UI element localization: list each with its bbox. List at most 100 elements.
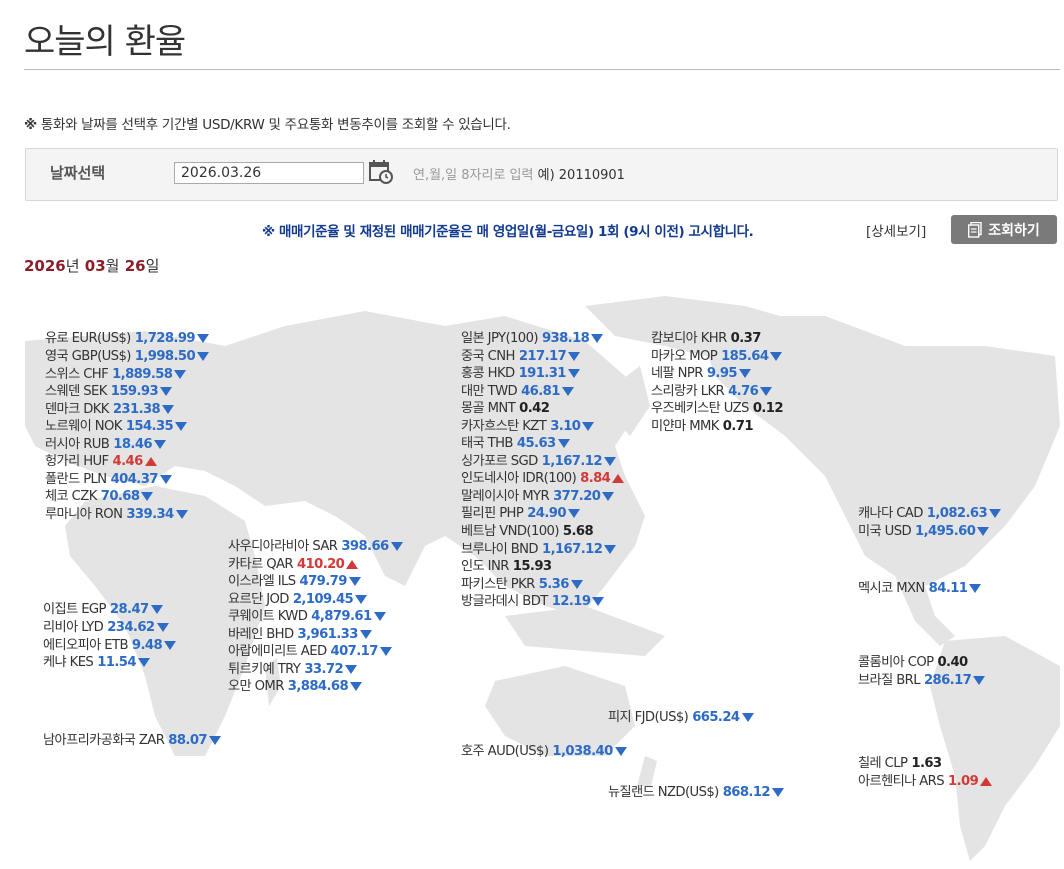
rate-value: 191.31 <box>518 366 567 381</box>
currency-name: 캐나다 CAD <box>858 506 923 521</box>
rate-item: 이집트 EGP 28.47 <box>43 601 163 618</box>
rate-value: 938.18 <box>541 331 590 346</box>
down-arrow-icon <box>390 541 403 551</box>
down-arrow-icon <box>175 421 188 431</box>
rate-item: 영국 GBP(US$) 1,998.50 <box>45 348 210 365</box>
up-arrow-icon <box>346 559 359 569</box>
calendar-icon[interactable] <box>368 159 394 185</box>
down-arrow-icon <box>602 491 615 501</box>
currency-name: 멕시코 MXN <box>858 581 925 596</box>
rate-item: 유로 EUR(US$) 1,728.99 <box>45 330 209 347</box>
currency-name: 카타르 QAR <box>228 557 294 572</box>
down-arrow-icon <box>989 508 1002 518</box>
down-arrow-icon <box>355 594 368 604</box>
rate-value: 11.54 <box>97 655 136 670</box>
rate-value: 1,167.12 <box>541 454 603 469</box>
rate-value: 479.79 <box>299 574 348 589</box>
rate-value: 4,879.61 <box>311 609 372 624</box>
rate-value: 410.20 <box>296 557 345 572</box>
up-arrow-icon <box>980 776 993 786</box>
currency-name: 미얀마 MMK <box>651 419 719 434</box>
currency-name: 헝가리 HUF <box>45 454 109 469</box>
page-title: 오늘의 환율 <box>24 22 186 62</box>
currency-name: 태국 THB <box>461 436 513 451</box>
rate-value: 1,728.99 <box>134 331 196 346</box>
rate-value: 28.47 <box>109 602 149 617</box>
down-arrow-icon <box>197 351 210 361</box>
rate-item: 필리핀 PHP 24.90 <box>461 505 580 522</box>
rate-value: 1.09 <box>948 774 979 789</box>
down-arrow-icon <box>770 351 783 361</box>
rate-item: 인도네시아 IDR(100) 8.84 <box>461 470 625 487</box>
down-arrow-icon <box>174 369 187 379</box>
currency-name: 에티오피아 ETB <box>43 638 128 653</box>
currency-name: 튀르키예 TRY <box>228 662 301 677</box>
rate-item: 요르단 JOD 2,109.45 <box>228 591 368 608</box>
base-rate-notice: ※ 매매기준율 및 재정된 매매기준율은 매 영업일(월-금요일) 1회 (9시… <box>262 224 754 240</box>
rate-value: 377.20 <box>553 489 601 504</box>
rate-item: 쿠웨이트 KWD 4,879.61 <box>228 608 386 625</box>
down-arrow-icon <box>150 604 163 614</box>
down-arrow-icon <box>591 333 604 343</box>
rate-item: 브루나이 BND 1,167.12 <box>461 541 617 558</box>
down-arrow-icon <box>164 640 177 650</box>
currency-name: 홍콩 HKD <box>461 366 515 381</box>
rate-item: 홍콩 HKD 191.31 <box>461 365 580 382</box>
rate-value: 9.95 <box>706 366 738 381</box>
rate-value: 159.93 <box>110 384 159 399</box>
currency-name: 카자흐스탄 KZT <box>461 419 547 434</box>
rate-item: 오만 OMR 3,884.68 <box>228 678 363 695</box>
down-arrow-icon <box>567 508 580 518</box>
rate-value: 1,038.40 <box>552 744 613 759</box>
rate-value: 0.37 <box>730 331 762 346</box>
rate-item: 남아프리카공화국 ZAR 88.07 <box>43 732 221 749</box>
rate-item: 뉴질랜드 NZD(US$) 868.12 <box>608 784 784 801</box>
rate-value: 231.38 <box>112 402 161 417</box>
rate-item: 싱가포르 SGD 1,167.12 <box>461 453 616 470</box>
down-arrow-icon <box>156 622 169 632</box>
rate-item: 아랍에미리트 AED 407.17 <box>228 643 392 660</box>
down-arrow-icon <box>141 491 154 501</box>
rate-item: 스리랑카 LKR 4.76 <box>651 383 773 400</box>
rate-item: 몽골 MNT 0.42 <box>461 400 550 417</box>
rate-value: 339.34 <box>126 507 174 522</box>
currency-name: 바레인 BHD <box>228 627 294 642</box>
date-input[interactable] <box>174 162 364 184</box>
query-button[interactable]: 조회하기 <box>951 215 1057 244</box>
rate-value: 0.71 <box>722 419 754 434</box>
down-arrow-icon <box>592 596 605 606</box>
rate-item: 캐나다 CAD 1,082.63 <box>858 505 1002 522</box>
down-arrow-icon <box>741 712 754 722</box>
rate-item: 이스라엘 ILS 479.79 <box>228 573 361 590</box>
down-arrow-icon <box>568 351 581 361</box>
currency-name: 러시아 RUB <box>45 437 110 452</box>
down-arrow-icon <box>209 735 221 745</box>
rate-value: 12.19 <box>551 594 591 609</box>
currency-name: 필리핀 PHP <box>461 506 524 521</box>
rate-item: 파키스탄 PKR 5.36 <box>461 576 583 593</box>
rate-item: 에티오피아 ETB 9.48 <box>43 637 177 654</box>
rate-item: 중국 CNH 217.17 <box>461 348 581 365</box>
date-select-panel: 날짜선택 연,월,일 8자리로 입력 예) 20110901 <box>25 148 1058 201</box>
currency-name: 캄보디아 KHR <box>651 331 727 346</box>
rate-item: 스웨덴 SEK 159.93 <box>45 383 173 400</box>
rate-item: 칠레 CLP 1.63 <box>858 755 942 772</box>
rate-item: 헝가리 HUF 4.46 <box>45 453 157 470</box>
rate-item: 호주 AUD(US$) 1,038.40 <box>461 743 627 760</box>
notice-text: 통화와 날짜를 선택후 기간별 USD/KRW 및 주요통화 변동추이를 조회할… <box>40 117 511 133</box>
down-arrow-icon <box>614 746 627 756</box>
down-arrow-icon <box>160 386 173 396</box>
currency-name: 파키스탄 PKR <box>461 577 535 592</box>
down-arrow-icon <box>175 509 188 519</box>
down-arrow-icon <box>771 787 784 797</box>
detail-link[interactable]: [상세보기] <box>866 220 926 240</box>
currency-name: 몽골 MNT <box>461 401 516 416</box>
rate-item: 인도 INR 15.93 <box>461 558 552 575</box>
rate-value: 3.10 <box>550 419 581 434</box>
currency-name: 대만 TWD <box>461 384 518 399</box>
down-arrow-icon <box>738 368 751 378</box>
down-arrow-icon <box>604 544 617 554</box>
rate-item: 케냐 KES 11.54 <box>43 654 150 671</box>
rate-value: 1,889.58 <box>112 367 173 382</box>
rate-item: 리비아 LYD 234.62 <box>43 619 169 636</box>
